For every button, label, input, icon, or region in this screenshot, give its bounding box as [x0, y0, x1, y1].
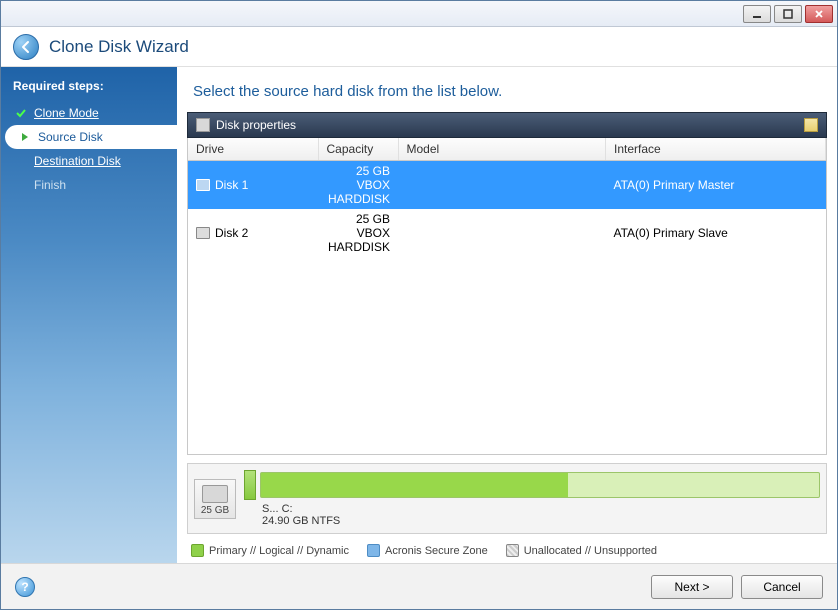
- back-button[interactable]: [13, 34, 39, 60]
- disk-icon: [196, 227, 210, 239]
- columns-button[interactable]: [804, 118, 818, 132]
- partition-panel: 25 GB S... C: 24.90 GB NTFS: [187, 463, 827, 534]
- partition-bar[interactable]: [260, 472, 820, 498]
- disk-table: Drive Capacity Model Interface Disk 1 25…: [187, 138, 827, 455]
- legend-swatch-unalloc: [506, 544, 519, 557]
- disk-properties-label: Disk properties: [216, 118, 296, 132]
- partition-letter: S...: [262, 503, 279, 515]
- cell-model: VBOX HARDDISK: [328, 178, 390, 206]
- sidebar: Required steps: Clone Mode Source Disk D…: [1, 67, 177, 563]
- window: Clone Disk Wizard Required steps: Clone …: [0, 0, 838, 610]
- cell-capacity: 25 GB: [356, 212, 390, 226]
- sidebar-item-label: Destination Disk: [34, 154, 121, 168]
- header: Clone Disk Wizard: [1, 27, 837, 67]
- disk-icon: [202, 485, 228, 503]
- sidebar-item-clone-mode[interactable]: Clone Mode: [1, 101, 177, 125]
- disk-total-icon: 25 GB: [194, 479, 236, 519]
- partition-info: 24.90 GB NTFS: [262, 515, 340, 527]
- legend: Primary // Logical // Dynamic Acronis Se…: [177, 534, 837, 563]
- disk-properties-bar: Disk properties: [187, 112, 827, 138]
- maximize-button[interactable]: [774, 5, 802, 23]
- legend-unalloc: Unallocated // Unsupported: [524, 545, 657, 557]
- sidebar-item-finish: Finish: [1, 173, 177, 197]
- cancel-button[interactable]: Cancel: [741, 575, 823, 599]
- titlebar: [1, 1, 837, 27]
- legend-primary: Primary // Logical // Dynamic: [209, 545, 349, 557]
- help-button[interactable]: ?: [15, 577, 35, 597]
- legend-secure: Acronis Secure Zone: [385, 545, 488, 557]
- disk-total: 25 GB: [201, 505, 229, 516]
- legend-swatch-primary: [191, 544, 204, 557]
- partition-flag: [244, 470, 256, 500]
- sidebar-item-destination-disk[interactable]: Destination Disk: [1, 149, 177, 173]
- sidebar-item-label: Source Disk: [38, 130, 103, 144]
- col-model[interactable]: Model: [398, 138, 606, 161]
- legend-swatch-secure: [367, 544, 380, 557]
- main-panel: Select the source hard disk from the lis…: [177, 67, 837, 563]
- page-title: Clone Disk Wizard: [49, 37, 189, 57]
- sidebar-item-label: Clone Mode: [34, 106, 99, 120]
- cell-drive: Disk 2: [215, 226, 248, 240]
- sidebar-item-source-disk[interactable]: Source Disk: [5, 125, 177, 149]
- sidebar-item-label: Finish: [34, 178, 66, 192]
- table-row[interactable]: Disk 1 25 GB VBOX HARDDISK ATA(0) Primar…: [188, 161, 826, 210]
- next-button[interactable]: Next >: [651, 575, 733, 599]
- properties-icon: [196, 118, 210, 132]
- col-interface[interactable]: Interface: [606, 138, 826, 161]
- close-button[interactable]: [805, 5, 833, 23]
- cell-interface: ATA(0) Primary Slave: [606, 209, 826, 257]
- cell-interface: ATA(0) Primary Master: [606, 161, 826, 210]
- blank-icon: [15, 155, 27, 167]
- cell-model: VBOX HARDDISK: [328, 226, 390, 254]
- col-capacity[interactable]: Capacity: [318, 138, 398, 161]
- partition-label: C:: [282, 503, 293, 515]
- cell-capacity: 25 GB: [356, 164, 390, 178]
- sidebar-header: Required steps:: [1, 75, 177, 101]
- arrow-left-icon: [19, 40, 33, 54]
- minimize-button[interactable]: [743, 5, 771, 23]
- blank-icon: [15, 179, 27, 191]
- cell-drive: Disk 1: [215, 178, 248, 192]
- arrow-right-icon: [19, 131, 31, 143]
- footer: ? Next > Cancel: [1, 563, 837, 609]
- disk-icon: [196, 179, 210, 191]
- col-drive[interactable]: Drive: [188, 138, 318, 161]
- instruction-text: Select the source hard disk from the lis…: [177, 67, 837, 112]
- table-row[interactable]: Disk 2 25 GB VBOX HARDDISK ATA(0) Primar…: [188, 209, 826, 257]
- check-icon: [15, 107, 27, 119]
